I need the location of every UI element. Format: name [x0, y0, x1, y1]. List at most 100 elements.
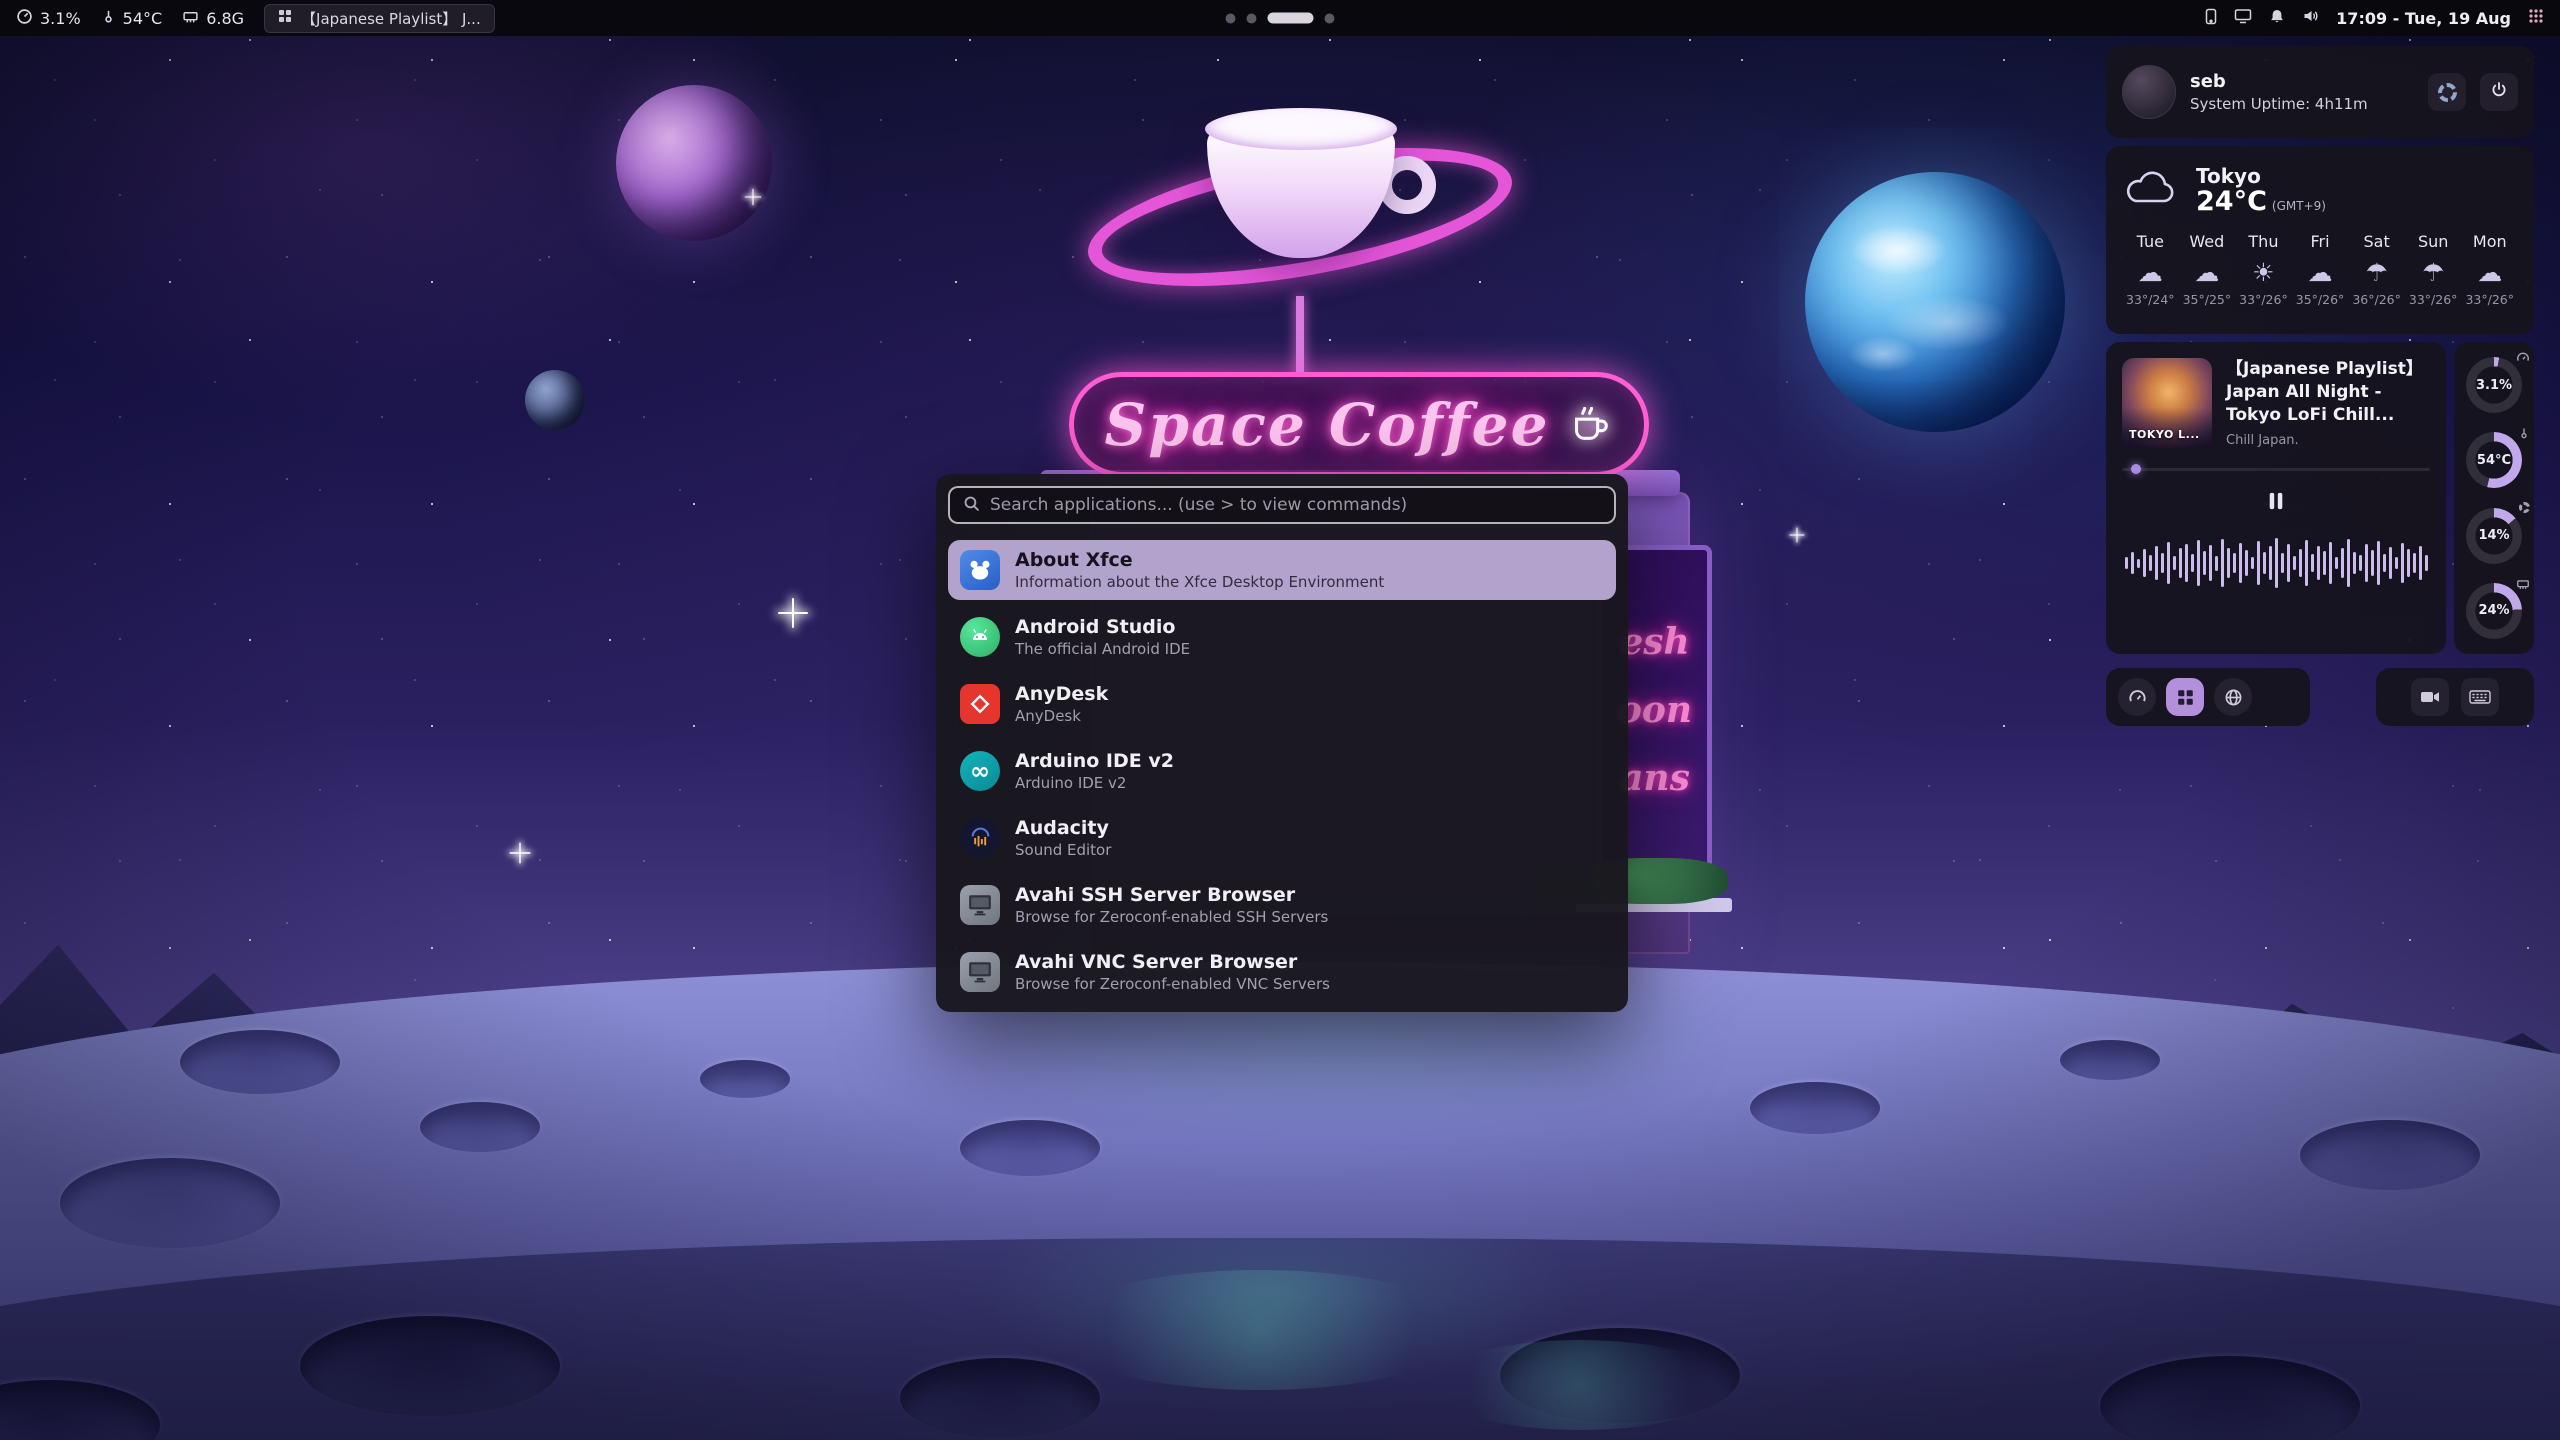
app-row-avahi-vnc[interactable]: Avahi VNC Server Browser Browse for Zero… — [948, 942, 1616, 1002]
sparkle-star — [1790, 528, 1805, 543]
progress-bar[interactable] — [2122, 464, 2430, 474]
uptime-text: System Uptime: 4h11m — [2190, 95, 2414, 113]
app-name: Avahi VNC Server Browser — [1015, 950, 1330, 975]
wave-bar — [2173, 556, 2176, 570]
cloud-icon — [2122, 166, 2180, 214]
widgets-button[interactable] — [2166, 678, 2204, 716]
dashboard-button[interactable] — [2118, 678, 2156, 716]
wave-bar — [2191, 554, 2194, 572]
clock[interactable]: 17:09 - Tue, 19 Aug — [2336, 9, 2511, 28]
settings-button[interactable] — [2428, 73, 2466, 111]
wave-bar — [2161, 553, 2164, 573]
workspace-dot-2[interactable] — [1247, 13, 1257, 23]
wave-bar — [2365, 544, 2368, 582]
waveform — [2122, 530, 2430, 596]
memory-metric: 6.8G — [182, 8, 244, 29]
forecast-row: Tue ☁ 33°/24° Wed ☁ 35°/25° Thu ☀ 33°/26… — [2122, 232, 2518, 307]
weather-icon: ☂ — [2405, 258, 2462, 287]
globe-button[interactable] — [2214, 678, 2252, 716]
volume-icon[interactable] — [2302, 8, 2319, 28]
wave-bar — [2353, 552, 2356, 574]
wave-bar — [2401, 543, 2404, 583]
crater — [2060, 1040, 2160, 1080]
app-row-android-studio[interactable]: Android Studio The official Android IDE — [948, 607, 1616, 667]
app-row-anydesk[interactable]: AnyDesk AnyDesk — [948, 674, 1616, 734]
media-player-card: TOKYO L... 【Japanese Playlist】 Japan All… — [2106, 342, 2446, 654]
wave-bar — [2245, 550, 2248, 576]
user-card: seb System Uptime: 4h11m — [2106, 46, 2534, 138]
weather-card: Tokyo 24°C(GMT+9) Tue ☁ 33°/24° Wed ☁ 35… — [2106, 146, 2534, 334]
gear-icon — [2519, 502, 2530, 513]
speedometer-icon — [2516, 351, 2530, 365]
thermometer-icon — [101, 8, 116, 28]
bell-icon[interactable] — [2269, 8, 2285, 29]
sparkle-star — [510, 843, 531, 864]
workspace-indicator — [1226, 13, 1335, 24]
forecast-day: Fri ☁ 35°/26° — [2292, 232, 2349, 307]
workspace-dot-4[interactable] — [1325, 13, 1335, 23]
weather-icon: ☁ — [2179, 258, 2236, 287]
keyboard-button[interactable] — [2461, 678, 2499, 716]
crater — [180, 1030, 340, 1094]
progress-thumb[interactable] — [2131, 464, 2141, 474]
app-name: Avahi SSH Server Browser — [1015, 883, 1328, 908]
search-icon — [963, 495, 980, 516]
forecast-day: Thu ☀ 33°/26° — [2235, 232, 2292, 307]
app-name: AnyDesk — [1015, 682, 1108, 707]
wave-bar — [2425, 555, 2428, 571]
forecast-day: Sat ☂ 36°/26° — [2348, 232, 2405, 307]
app-row-about-xfce[interactable]: About Xfce Information about the Xfce De… — [948, 540, 1616, 600]
wave-bar — [2311, 554, 2314, 572]
crater — [900, 1358, 1100, 1438]
ram-icon — [182, 8, 199, 29]
temp-metric: 54°C — [101, 8, 163, 28]
small-moon — [525, 370, 585, 430]
cpu-gauge-icon — [16, 8, 33, 29]
wave-bar — [2383, 554, 2386, 572]
crater — [420, 1102, 540, 1152]
avatar[interactable] — [2122, 65, 2176, 119]
phone-icon[interactable] — [2205, 8, 2217, 29]
sign-pole — [1296, 296, 1304, 376]
crater — [2300, 1120, 2480, 1190]
active-window-button[interactable]: 【Japanese Playlist】 J... — [264, 4, 495, 33]
temp-value: 54°C — [123, 9, 163, 28]
timezone: (GMT+9) — [2272, 199, 2326, 213]
cpu-metric: 3.1% — [16, 8, 81, 29]
ram-icon — [2516, 577, 2530, 591]
wave-bar — [2185, 544, 2188, 582]
search-input[interactable] — [990, 495, 1601, 515]
workspace-dot-1[interactable] — [1226, 13, 1236, 23]
wave-bar — [2413, 553, 2416, 573]
workspace-active-pill[interactable] — [1268, 13, 1314, 24]
quick-actions-left — [2106, 668, 2310, 726]
track-title: 【Japanese Playlist】 Japan All Night - To… — [2226, 358, 2430, 427]
weather-icon: ☁ — [2461, 258, 2518, 287]
memory-gauge: 24% — [2463, 580, 2525, 642]
app-desc: Information about the Xfce Desktop Envir… — [1015, 573, 1384, 592]
crater — [700, 1060, 790, 1098]
weather-header: Tokyo 24°C(GMT+9) — [2122, 164, 2518, 216]
app-grid-icon[interactable] — [2528, 8, 2544, 28]
cpu-gauge: 3.1% — [2463, 354, 2525, 416]
wave-bar — [2323, 551, 2326, 575]
wave-bar — [2347, 539, 2350, 587]
display-icon[interactable] — [2234, 8, 2252, 28]
wave-bar — [2215, 556, 2218, 571]
search-bar[interactable] — [948, 486, 1616, 524]
app-row-audacity[interactable]: Audacity Sound Editor — [948, 808, 1616, 868]
top-bar-right: 17:09 - Tue, 19 Aug — [2205, 8, 2544, 29]
progress-track — [2122, 468, 2430, 471]
app-row-arduino[interactable]: ∞ Arduino IDE v2 Arduino IDE v2 — [948, 741, 1616, 801]
screen-record-button[interactable] — [2411, 678, 2449, 716]
window-neon-text: ans — [1620, 757, 1690, 799]
pause-button[interactable] — [2256, 486, 2296, 520]
wave-bar — [2179, 548, 2182, 578]
wave-bar — [2317, 546, 2320, 580]
app-name: Audacity — [1015, 816, 1111, 841]
monitor-icon — [960, 952, 1000, 992]
app-row-avahi-ssh[interactable]: Avahi SSH Server Browser Browse for Zero… — [948, 875, 1616, 935]
power-button[interactable] — [2480, 73, 2518, 111]
wave-bar — [2209, 545, 2212, 581]
window-neon-text: oon — [1618, 689, 1692, 731]
